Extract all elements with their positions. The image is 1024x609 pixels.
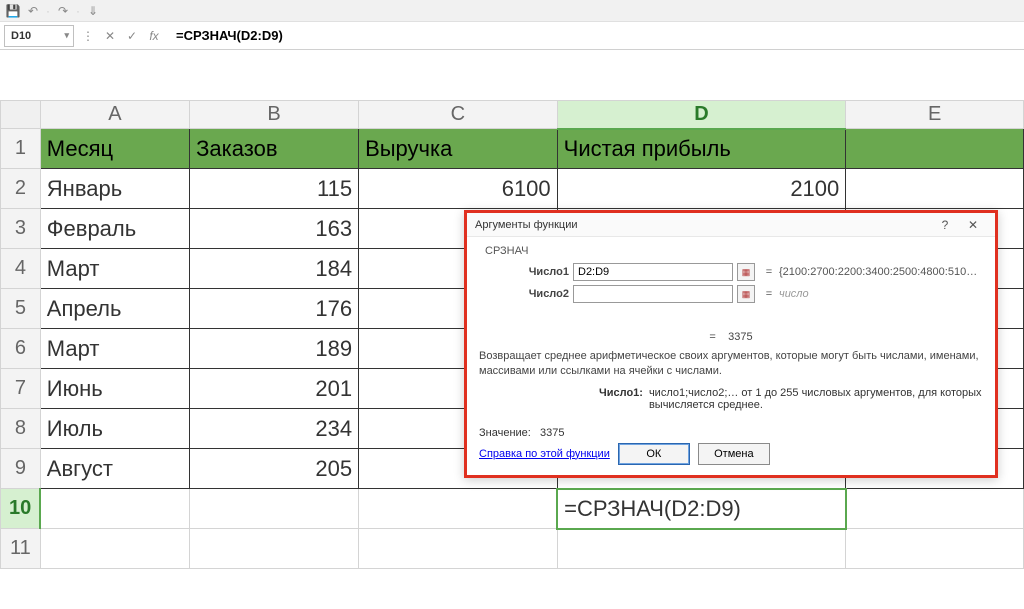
save-icon[interactable]: 💾 bbox=[6, 4, 20, 18]
quick-access-toolbar: 💾 ↶ · ↷ · ⇓ bbox=[0, 0, 1024, 22]
value-label: Значение: bbox=[479, 427, 531, 439]
name-box[interactable]: D10 bbox=[4, 25, 74, 47]
cell[interactable] bbox=[40, 489, 189, 529]
cell[interactable]: Апрель bbox=[40, 289, 189, 329]
cell[interactable]: 6100 bbox=[359, 169, 558, 209]
cell[interactable]: 189 bbox=[190, 329, 359, 369]
argument-row-2: Число2 ▦ = число bbox=[479, 285, 983, 303]
dialog-value-line: Значение: 3375 bbox=[467, 421, 995, 439]
function-help-link[interactable]: Справка по этой функции bbox=[479, 448, 610, 460]
cell[interactable] bbox=[846, 169, 1024, 209]
row-header-5[interactable]: 5 bbox=[1, 289, 41, 329]
cancel-button[interactable]: Отмена bbox=[698, 443, 770, 465]
cell[interactable]: Март bbox=[40, 249, 189, 289]
cell[interactable]: Март bbox=[40, 329, 189, 369]
cell[interactable]: Февраль bbox=[40, 209, 189, 249]
row-header-10[interactable]: 10 bbox=[1, 489, 41, 529]
cell[interactable]: 234 bbox=[190, 409, 359, 449]
select-icon[interactable]: ⋮ bbox=[80, 29, 96, 43]
fx-icon[interactable]: fx bbox=[146, 29, 162, 43]
cell[interactable]: Август bbox=[40, 449, 189, 489]
column-header-b[interactable]: B bbox=[190, 101, 359, 129]
dialog-title: Аргументы функции bbox=[475, 219, 931, 231]
column-header-c[interactable]: C bbox=[359, 101, 558, 129]
active-cell[interactable]: =СРЗНАЧ(D2:D9) bbox=[557, 489, 846, 529]
cell[interactable] bbox=[40, 529, 189, 569]
arg-detail-text: число1;число2;… от 1 до 255 числовых арг… bbox=[649, 387, 983, 411]
column-header-a[interactable]: A bbox=[40, 101, 189, 129]
qat-sep2: · bbox=[76, 4, 80, 18]
arg2-label: Число2 bbox=[479, 288, 569, 300]
function-name: СРЗНАЧ bbox=[479, 245, 983, 257]
arg2-preview: число bbox=[779, 288, 983, 300]
cell[interactable]: 2100 bbox=[557, 169, 846, 209]
column-header-d[interactable]: D bbox=[557, 101, 846, 129]
cell[interactable]: Январь bbox=[40, 169, 189, 209]
formula-bar: D10 ⋮ ✕ ✓ fx bbox=[0, 22, 1024, 50]
cell[interactable]: Выручка bbox=[359, 129, 558, 169]
value-number: 3375 bbox=[540, 427, 564, 439]
arg-detail-label: Число1: bbox=[599, 387, 643, 411]
row-header-1[interactable]: 1 bbox=[1, 129, 41, 169]
accept-icon[interactable]: ✓ bbox=[124, 29, 140, 43]
equals-sign: = bbox=[763, 288, 775, 300]
cell[interactable] bbox=[846, 129, 1024, 169]
cell[interactable]: 163 bbox=[190, 209, 359, 249]
customize-qat-icon[interactable]: ⇓ bbox=[86, 4, 100, 18]
cell[interactable]: 201 bbox=[190, 369, 359, 409]
cell[interactable] bbox=[359, 529, 558, 569]
qat-sep: · bbox=[46, 4, 50, 18]
function-arguments-dialog: Аргументы функции ? ✕ СРЗНАЧ Число1 ▦ = … bbox=[464, 210, 998, 478]
argument-description: Число1: число1;число2;… от 1 до 255 числ… bbox=[479, 387, 983, 411]
cell[interactable]: 115 bbox=[190, 169, 359, 209]
row-header-2[interactable]: 2 bbox=[1, 169, 41, 209]
arg1-label: Число1 bbox=[479, 266, 569, 278]
cell[interactable]: 184 bbox=[190, 249, 359, 289]
cell[interactable]: Заказов bbox=[190, 129, 359, 169]
select-all-corner[interactable] bbox=[1, 101, 41, 129]
cell[interactable]: Июль bbox=[40, 409, 189, 449]
row-header-9[interactable]: 9 bbox=[1, 449, 41, 489]
undo-icon[interactable]: ↶ bbox=[26, 4, 40, 18]
row-header-3[interactable]: 3 bbox=[1, 209, 41, 249]
function-description: Возвращает среднее арифметическое своих … bbox=[479, 349, 983, 379]
cell[interactable]: 176 bbox=[190, 289, 359, 329]
cancel-icon[interactable]: ✕ bbox=[102, 29, 118, 43]
row-header-7[interactable]: 7 bbox=[1, 369, 41, 409]
row-header-6[interactable]: 6 bbox=[1, 329, 41, 369]
redo-icon[interactable]: ↷ bbox=[56, 4, 70, 18]
equals-sign: = bbox=[763, 266, 775, 278]
row-header-11[interactable]: 11 bbox=[1, 529, 41, 569]
result-eq: = bbox=[709, 331, 715, 343]
cell[interactable]: Чистая прибыль bbox=[557, 129, 846, 169]
ok-button[interactable]: ОК bbox=[618, 443, 690, 465]
arg2-input[interactable] bbox=[573, 285, 733, 303]
arg1-input[interactable] bbox=[573, 263, 733, 281]
name-box-value: D10 bbox=[11, 30, 31, 42]
cell[interactable] bbox=[190, 529, 359, 569]
argument-row-1: Число1 ▦ = {2100:2700:2200:3400:2500:480… bbox=[479, 263, 983, 281]
result-value: 3375 bbox=[728, 331, 752, 343]
close-button[interactable]: ✕ bbox=[959, 218, 987, 232]
result-line: = 3375 bbox=[479, 331, 983, 343]
cell[interactable] bbox=[190, 489, 359, 529]
cell[interactable] bbox=[557, 529, 846, 569]
range-picker-icon[interactable]: ▦ bbox=[737, 285, 755, 303]
column-header-e[interactable]: E bbox=[846, 101, 1024, 129]
row-header-8[interactable]: 8 bbox=[1, 409, 41, 449]
dialog-titlebar[interactable]: Аргументы функции ? ✕ bbox=[467, 213, 995, 237]
cell[interactable]: Месяц bbox=[40, 129, 189, 169]
cell[interactable]: 205 bbox=[190, 449, 359, 489]
cell[interactable] bbox=[846, 529, 1024, 569]
formula-bar-controls: ⋮ ✕ ✓ fx bbox=[80, 29, 162, 43]
formula-input[interactable] bbox=[168, 26, 468, 45]
range-picker-icon[interactable]: ▦ bbox=[737, 263, 755, 281]
row-header-4[interactable]: 4 bbox=[1, 249, 41, 289]
cell[interactable]: Июнь bbox=[40, 369, 189, 409]
arg1-preview: {2100:2700:2200:3400:2500:4800:510… bbox=[779, 266, 983, 278]
help-button[interactable]: ? bbox=[931, 218, 959, 232]
cell[interactable] bbox=[846, 489, 1024, 529]
cell[interactable] bbox=[359, 489, 558, 529]
